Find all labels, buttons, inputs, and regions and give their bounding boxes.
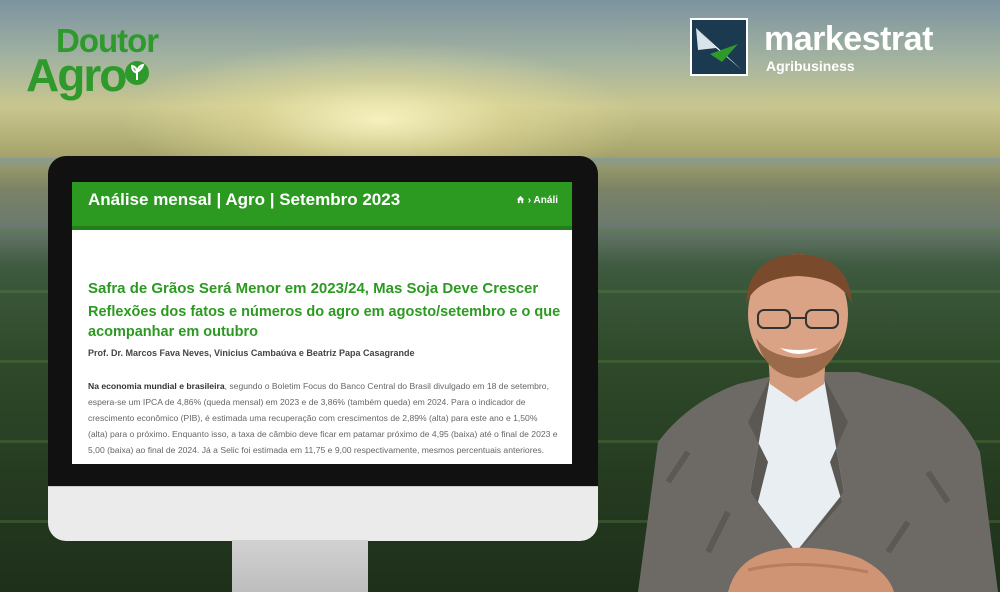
article-authors: Prof. Dr. Marcos Fava Neves, Vinicius Ca… — [88, 348, 415, 358]
breadcrumb-separator: › — [527, 195, 532, 206]
article-body-text: , segundo o Boletim Focus do Banco Centr… — [88, 381, 558, 455]
markestrat-name: markestrat — [764, 20, 933, 58]
logo-text-agro: Agro — [26, 49, 127, 101]
markestrat-tagline: Agribusiness — [766, 58, 855, 74]
article-title: Safra de Grãos Será Menor em 2023/24, Ma… — [88, 280, 539, 297]
markestrat-logo: markestrat Agribusiness — [690, 16, 990, 80]
breadcrumb: › Análi — [516, 195, 558, 206]
home-icon[interactable] — [516, 195, 525, 204]
monitor-chin — [48, 486, 598, 541]
article-subtitle: Reflexões dos fatos e números do agro em… — [88, 304, 561, 340]
monitor-stand — [232, 540, 368, 592]
doutor-agro-logo: Doutor Agro — [24, 18, 184, 102]
sprout-icon — [125, 61, 149, 85]
breadcrumb-current[interactable]: Análi — [534, 195, 558, 206]
presenter-photo — [638, 254, 998, 592]
page-title: Análise mensal | Agro | Setembro 2023 — [88, 190, 401, 209]
article-body-lead: Na economia mundial e brasileira — [88, 381, 225, 391]
article-body: Na economia mundial e brasileira, segund… — [88, 378, 558, 458]
monitor-screen: Análise mensal | Agro | Setembro 2023 › … — [72, 182, 572, 464]
markestrat-emblem-icon — [690, 18, 748, 76]
page-header-bar: Análise mensal | Agro | Setembro 2023 › … — [72, 182, 572, 230]
